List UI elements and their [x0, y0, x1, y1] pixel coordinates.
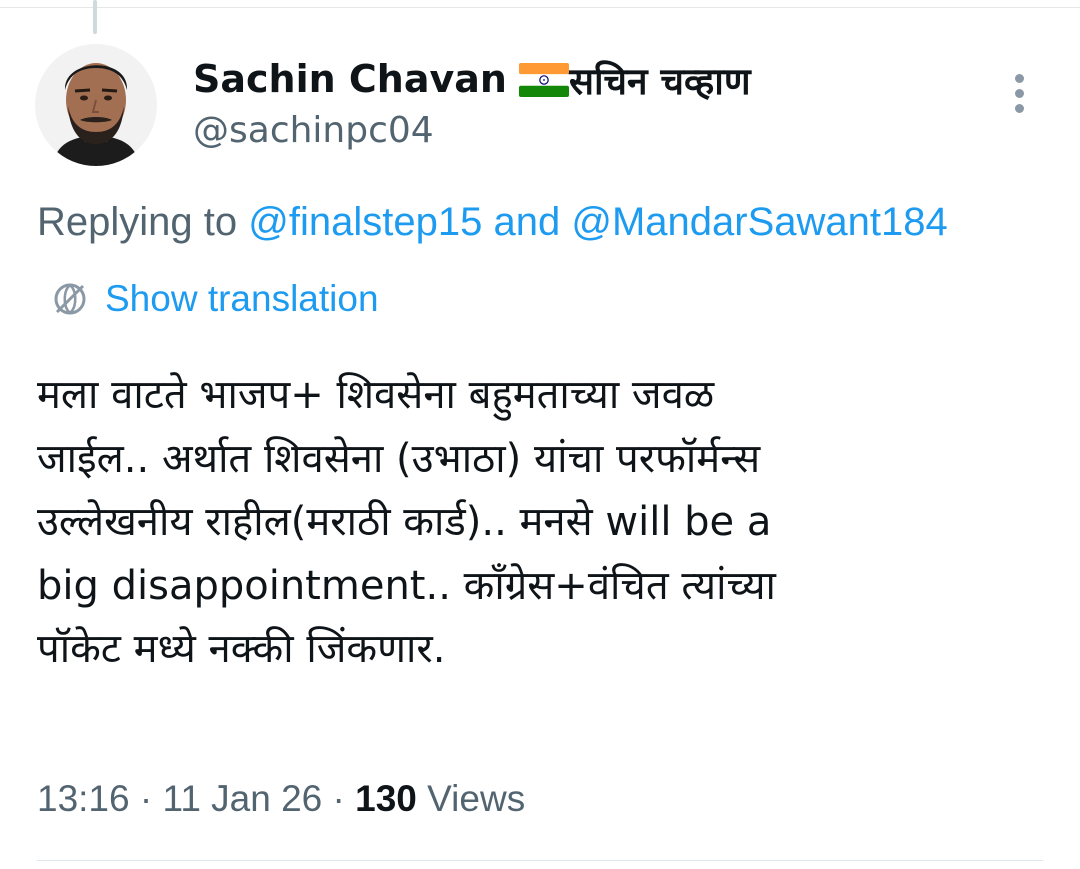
india-flag-icon	[518, 63, 569, 97]
tweet-date[interactable]: 11 Jan 26	[162, 778, 322, 819]
views-label[interactable]: Views	[427, 778, 525, 819]
view-count[interactable]: 130	[355, 778, 417, 819]
author-name-row[interactable]: Sachin Chavan सचिन चव्हाण	[193, 54, 751, 104]
tweet-text-line: मला वाटते भाजप+ शिवसेना बहुमताच्या जवळ	[37, 372, 715, 418]
tweet-meta: 13:16 · 11 Jan 26 · 130 Views	[37, 778, 525, 820]
avatar-image	[35, 44, 157, 166]
tweet-text: मला वाटते भाजप+ शिवसेना बहुमताच्या जवळ ज…	[37, 364, 1047, 682]
bottom-divider	[37, 860, 1043, 861]
author-display-name[interactable]: Sachin Chavan	[193, 57, 507, 101]
meta-separator: ·	[332, 778, 345, 819]
meta-separator: ·	[139, 778, 153, 819]
avatar[interactable]	[35, 44, 157, 166]
tweet-text-line: जाईल.. अर्थात शिवसेना (उभाठा) यांचा परफॉ…	[37, 435, 761, 482]
reply-context: Replying to @finalstep15 and @MandarSawa…	[37, 200, 948, 245]
more-vertical-icon[interactable]	[1000, 72, 1040, 116]
show-translation-label[interactable]: Show translation	[105, 278, 379, 320]
mention-link-finalstep15[interactable]: @finalstep15	[248, 200, 482, 244]
tweet-text-line: big disappointment.. कॉंग्रेस+वंचित त्या…	[37, 562, 776, 609]
tweet-text-line: उल्लेखनीय राहील(मराठी कार्ड).. मनसे will…	[37, 499, 772, 545]
tweet-text-line: पॉकेट मध्ये नक्की जिंकणार.	[37, 626, 446, 672]
globe-icon	[54, 283, 86, 315]
reply-connector: and	[493, 200, 561, 244]
tweet-detail: Sachin Chavan सचिन चव्हाण @sachinpc04 Re…	[0, 0, 1080, 869]
tweet-time[interactable]: 13:16	[37, 778, 130, 819]
reply-prefix: Replying to	[37, 200, 238, 244]
author-handle[interactable]: @sachinpc04	[193, 110, 434, 151]
author-display-name-marathi[interactable]: सचिन चव्हाण	[569, 54, 751, 105]
thread-connector-line	[93, 0, 97, 34]
mention-link-mandarsawant184[interactable]: @MandarSawant184	[571, 200, 947, 244]
show-translation-button[interactable]: Show translation	[47, 276, 379, 322]
top-divider	[0, 7, 1080, 8]
